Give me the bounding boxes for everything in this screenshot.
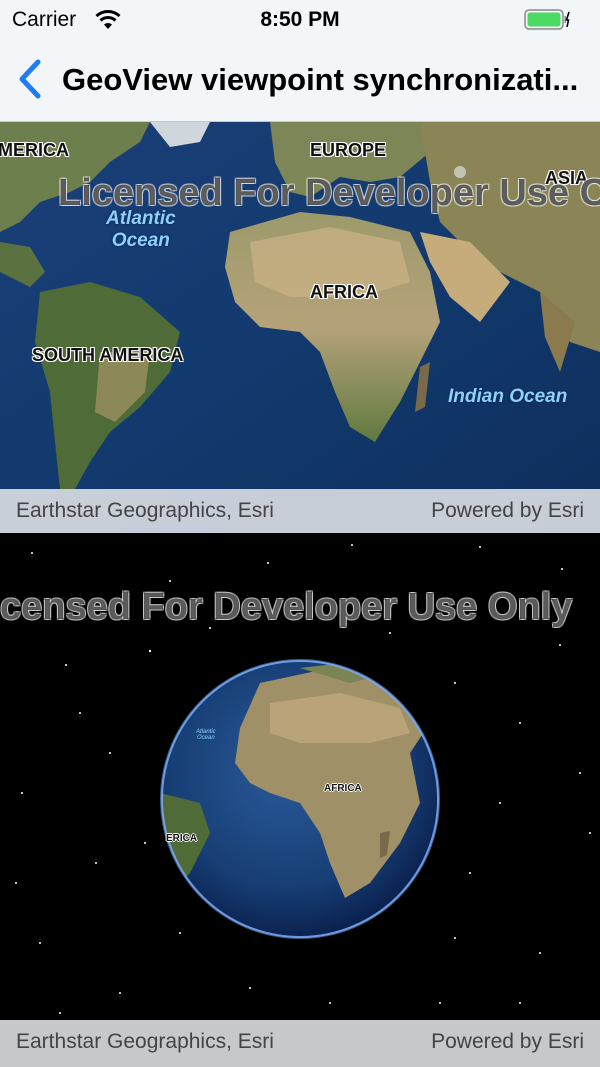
map-attribution-bar: Earthstar Geographics, Esri Powered by E… [0, 489, 600, 533]
label-indian-ocean: Indian Ocean [448, 386, 568, 407]
globe-label-atlantic: Atlantic Ocean [196, 729, 216, 741]
label-europe: EUROPE [310, 140, 387, 160]
scene-attribution-text: Earthstar Geographics, Esri [16, 1030, 274, 1053]
globe-label-africa: AFRICA [324, 783, 362, 794]
scene-attribution-bar: Earthstar Geographics, Esri Powered by E… [0, 1020, 600, 1067]
developer-watermark-scene: censed For Developer Use Only [0, 586, 573, 628]
scene-view[interactable]: AFRICA ERICA Atlantic Ocean censed For D… [0, 533, 600, 1067]
navigation-bar: GeoView viewpoint synchronizati... [0, 40, 600, 122]
map-view[interactable]: MERICA EUROPE ASIA AFRICA SOUTH AMERICA … [0, 122, 600, 533]
scene-powered-by-esri[interactable]: Powered by Esri [431, 1030, 584, 1054]
battery-icon [524, 9, 570, 30]
powered-by-esri[interactable]: Powered by Esri [431, 499, 584, 523]
back-chevron-icon[interactable] [8, 54, 52, 104]
label-america: MERICA [0, 140, 69, 160]
globe-atlantic-line-2: Ocean [197, 735, 215, 741]
page-title: GeoView viewpoint synchronizati... [62, 62, 579, 97]
globe-label-south-america: ERICA [166, 833, 198, 844]
status-bar: Carrier 8:50 PM [0, 0, 600, 40]
label-africa: AFRICA [310, 282, 378, 302]
status-time: 8:50 PM [260, 8, 340, 31]
atlantic-line-2: Ocean [111, 230, 170, 251]
attribution-text: Earthstar Geographics, Esri [16, 499, 274, 522]
developer-watermark: Licensed For Developer Use Only [58, 172, 600, 214]
label-south-america: SOUTH AMERICA [32, 345, 184, 365]
